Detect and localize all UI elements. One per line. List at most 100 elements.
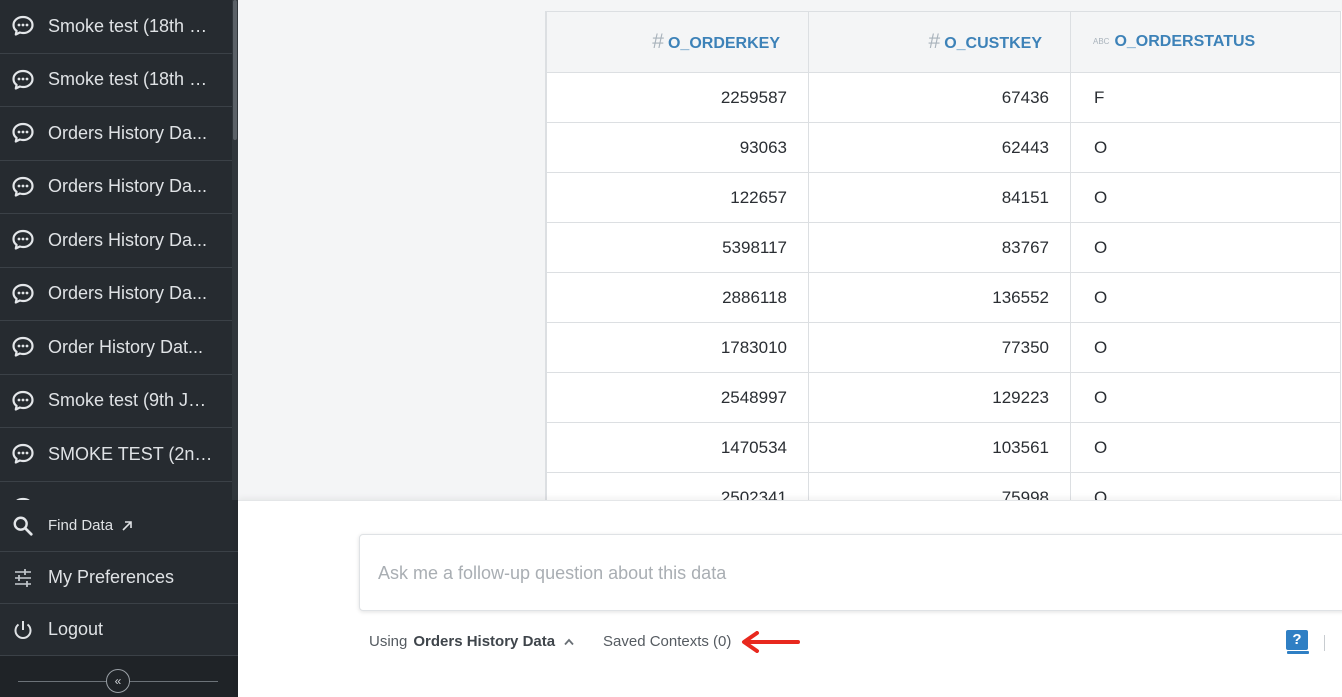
saved-contexts-link[interactable]: Saved Contexts (0): [603, 633, 731, 650]
table-cell: 67436: [808, 72, 1071, 123]
table-row: 122657 84151 O: [546, 172, 1341, 223]
nav-find-data-label: Find Data: [48, 517, 114, 534]
table-cell: 2886118: [546, 272, 809, 323]
table-cell: 83767: [808, 222, 1071, 273]
help-button[interactable]: ?: [1286, 630, 1310, 656]
power-icon: [14, 620, 32, 639]
column-header-o-custkey[interactable]: # O_CUSTKEY: [808, 11, 1071, 73]
table-cell: 1470534: [546, 422, 809, 473]
table-cell: O: [1070, 372, 1341, 423]
column-header-o-orderstatus[interactable]: ABC O_ORDERSTATUS: [1070, 11, 1341, 73]
search-icon: [13, 516, 33, 536]
help-book-base: [1287, 651, 1309, 654]
results-table: # O_ORDERKEY # O_CUSTKEY ABC O_ORDERSTATUS …: [546, 11, 1341, 500]
table-cell: 2548997: [546, 372, 809, 423]
sidebar-bottom-nav: Find Data My Preferences Logout «: [0, 500, 238, 697]
table-cell: 93063: [546, 122, 809, 173]
conversation-item[interactable]: Order History Dat...: [0, 321, 232, 375]
conversation-item[interactable]: Smoke test (9th Ja...: [0, 375, 232, 428]
nav-find-data[interactable]: Find Data: [0, 500, 238, 552]
table-cell: F: [1070, 72, 1341, 123]
follow-up-question-input[interactable]: [378, 559, 1278, 587]
follow-up-panel: Using Orders History Data Saved Contexts…: [238, 500, 1342, 697]
chat-bubble-icon: [12, 69, 34, 90]
conversation-label: Orders History Da...: [48, 122, 208, 143]
sidebar-collapse-row: «: [0, 656, 238, 697]
nav-my-preferences[interactable]: My Preferences: [0, 552, 238, 604]
conversation-label: Orders History Da...: [48, 229, 208, 250]
column-header-label: O_ORDERSTATUS: [1114, 33, 1256, 50]
table-cell: 136552: [808, 272, 1071, 323]
table-cell: 62443: [808, 122, 1071, 173]
table-cell: O: [1070, 322, 1341, 373]
conversation-label: Smoke test (9th Ja...: [48, 390, 213, 411]
nav-logout[interactable]: Logout: [0, 604, 238, 656]
collapse-sidebar-button[interactable]: «: [106, 669, 130, 693]
table-cell: O: [1070, 172, 1341, 223]
conversation-item[interactable]: [0, 482, 232, 500]
double-chevron-left-icon: «: [114, 674, 122, 688]
table-row: 1783010 77350 O: [546, 322, 1341, 373]
scrollbar-thumb[interactable]: [233, 0, 237, 140]
annotation-arrow-icon: [742, 631, 800, 653]
table-header-row: # O_ORDERKEY # O_CUSTKEY ABC O_ORDERSTATUS: [546, 11, 1341, 73]
chat-bubble-icon: [12, 390, 34, 411]
conversation-item[interactable]: Orders History Da...: [0, 214, 232, 268]
table-cell: O: [1070, 122, 1341, 173]
numeric-type-icon: #: [928, 30, 941, 53]
conversation-item[interactable]: SMOKE TEST (2nd ...: [0, 428, 232, 482]
table-cell: O: [1070, 272, 1341, 323]
conversation-item[interactable]: Orders History Da...: [0, 161, 232, 214]
table-row: 93063 62443 O: [546, 122, 1341, 173]
table-cell: 84151: [808, 172, 1071, 223]
datasource-selector: Using Orders History Data: [369, 633, 574, 650]
using-label: Using: [369, 633, 408, 650]
table-cell: O: [1070, 472, 1341, 500]
table-cell: 129223: [808, 372, 1071, 423]
column-header-o-orderkey[interactable]: # O_ORDERKEY: [546, 11, 809, 73]
table-row: 2502341 75998 O: [546, 472, 1341, 500]
chat-bubble-icon: [12, 230, 34, 250]
external-link-icon: [122, 520, 132, 531]
datasource-name[interactable]: Orders History Data: [413, 633, 555, 650]
nav-logout-label: Logout: [48, 619, 104, 639]
table-cell: O: [1070, 222, 1341, 273]
chat-bubble-icon: [12, 176, 34, 197]
table-row: 2259587 67436 F: [546, 72, 1341, 123]
chat-bubble-icon: [12, 283, 34, 304]
table-cell: 77350: [808, 322, 1071, 373]
follow-up-box: [359, 534, 1342, 611]
table-cell: 5398117: [546, 222, 809, 273]
table-row: 2548997 129223 O: [546, 372, 1341, 423]
table-cell: O: [1070, 422, 1341, 473]
results-gutter: [238, 0, 522, 500]
chat-bubble-icon: [12, 16, 34, 36]
column-header-label: O_ORDERKEY: [667, 35, 780, 52]
conversation-item[interactable]: Smoke test (18th J...: [0, 0, 232, 54]
help-book-icon: ?: [1286, 630, 1308, 650]
conversation-item[interactable]: Smoke test (18th J...: [0, 54, 232, 107]
chat-bubble-icon: [12, 123, 34, 143]
table-cell: 2259587: [546, 72, 809, 123]
conversation-label: Orders History Da...: [48, 176, 208, 197]
chevron-up-icon[interactable]: [564, 638, 574, 646]
table-body: 2259587 67436 F 93063 62443 O 122657 84151 O 5398…: [546, 72, 1341, 500]
conversation-label: SMOKE TEST (2nd ...: [48, 443, 213, 464]
nav-my-preferences-label: My Preferences: [48, 567, 175, 587]
divider: [1324, 635, 1325, 651]
sliders-icon: [15, 568, 31, 587]
text-type-icon: ABC: [1093, 37, 1110, 47]
app-root: Smoke test (18th J... Smoke test (18th J.…: [0, 0, 1342, 697]
conversation-item[interactable]: Orders History Da...: [0, 107, 232, 161]
table-cell: 75998: [808, 472, 1071, 500]
results-area: # O_ORDERKEY # O_CUSTKEY ABC O_ORDERSTATUS …: [522, 0, 1342, 500]
chat-bubble-icon: [12, 444, 34, 464]
chat-bubble-icon: [12, 337, 34, 357]
conversation-label: Smoke test (18th J...: [48, 15, 213, 36]
results-table-container: # O_ORDERKEY # O_CUSTKEY ABC O_ORDERSTATUS …: [545, 11, 1342, 500]
table-cell: 1783010: [546, 322, 809, 373]
conversation-item[interactable]: Orders History Da...: [0, 268, 232, 321]
numeric-type-icon: #: [652, 30, 664, 53]
table-cell: 103561: [808, 422, 1071, 473]
table-row: 2886118 136552 O: [546, 272, 1341, 323]
